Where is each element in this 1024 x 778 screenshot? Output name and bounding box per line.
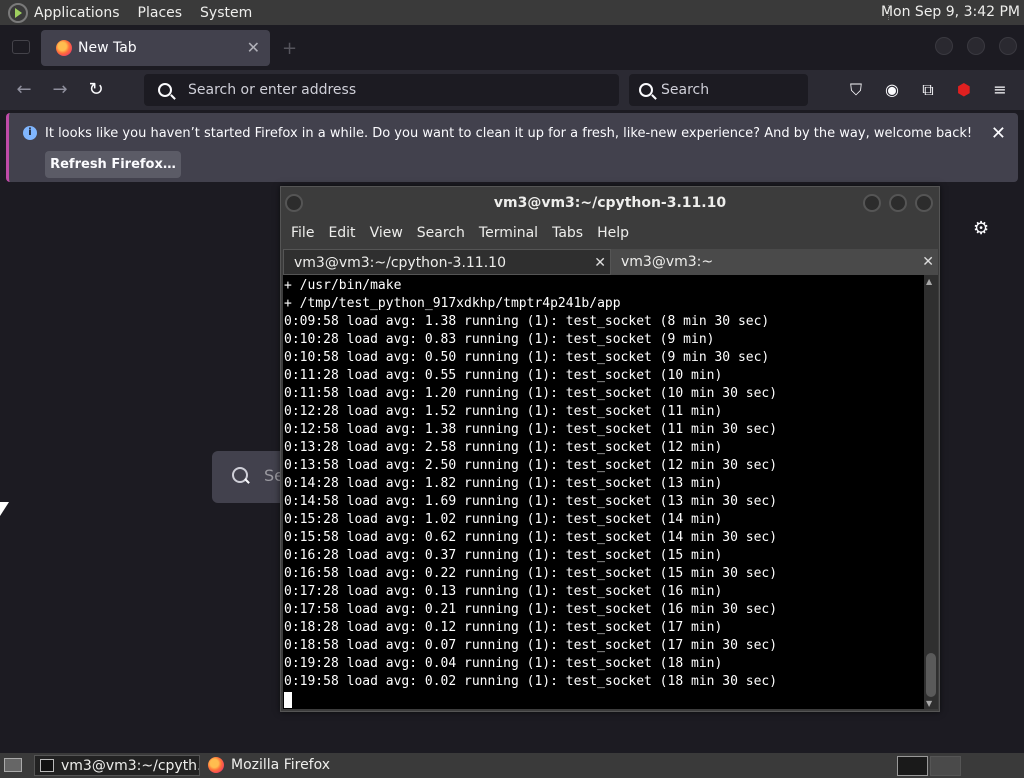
- terminal-tab-home[interactable]: vm3@vm3:~ ✕: [611, 249, 938, 275]
- terminal-icon: [40, 759, 54, 772]
- terminal-tab-label: vm3@vm3:~: [621, 254, 714, 270]
- new-tab-plus-icon[interactable]: +: [282, 38, 297, 59]
- clock[interactable]: Mon Sep 9, 3:42 PM: [881, 4, 1020, 20]
- reload-icon[interactable]: ↻: [84, 78, 108, 102]
- menu-edit[interactable]: Edit: [328, 225, 355, 241]
- refresh-firefox-button[interactable]: Refresh Firefox…: [45, 151, 181, 178]
- maximize-button[interactable]: [967, 37, 985, 55]
- info-icon: i: [23, 126, 37, 140]
- terminal-tab-label: vm3@vm3:~/cpython-3.11.10: [294, 255, 506, 271]
- window-menu-button[interactable]: [285, 194, 303, 212]
- minimize-button[interactable]: [935, 37, 953, 55]
- account-icon[interactable]: ◉: [882, 80, 902, 100]
- refresh-notification: i It looks like you haven’t started Fire…: [6, 113, 1018, 182]
- bottom-panel: vm3@vm3:~/cpyth… Mozilla Firefox: [0, 753, 1024, 778]
- tab-overview-icon[interactable]: [12, 40, 30, 54]
- terminal-line: 0:16:28 load avg: 0.37 running (1): test…: [284, 548, 723, 563]
- terminal-scrollbar[interactable]: ▲ ▼: [924, 275, 938, 709]
- terminal-line: 0:12:28 load avg: 1.52 running (1): test…: [284, 404, 723, 419]
- tab-new-tab[interactable]: New Tab ✕: [41, 30, 270, 66]
- terminal-line: 0:10:58 load avg: 0.50 running (1): test…: [284, 350, 770, 365]
- terminal-line: 0:11:58 load avg: 1.20 running (1): test…: [284, 386, 778, 401]
- ublock-icon[interactable]: ⬢: [954, 80, 974, 100]
- terminal-menubar: File Edit View Search Terminal Tabs Help: [281, 219, 939, 247]
- search-placeholder: Search: [661, 82, 710, 98]
- terminal-line: 0:09:58 load avg: 1.38 running (1): test…: [284, 314, 770, 329]
- terminal-line: 0:11:28 load avg: 0.55 running (1): test…: [284, 368, 723, 383]
- terminal-line: 0:19:58 load avg: 0.02 running (1): test…: [284, 674, 778, 689]
- notification-message: It looks like you haven’t started Firefo…: [45, 126, 973, 141]
- menu-terminal[interactable]: Terminal: [479, 225, 538, 241]
- address-bar[interactable]: Search or enter address: [144, 74, 619, 106]
- scroll-up-arrow-icon[interactable]: ▲: [926, 277, 932, 286]
- close-tab-icon[interactable]: ✕: [594, 250, 606, 276]
- terminal-line: 0:17:28 load avg: 0.13 running (1): test…: [284, 584, 723, 599]
- terminal-output[interactable]: + /usr/bin/make + /tmp/test_python_917xdk…: [283, 275, 924, 709]
- terminal-line: 0:18:58 load avg: 0.07 running (1): test…: [284, 638, 778, 653]
- workspace-1[interactable]: [897, 756, 928, 776]
- scrollbar-thumb[interactable]: [926, 653, 936, 697]
- terminal-line: 0:15:28 load avg: 1.02 running (1): test…: [284, 512, 723, 527]
- close-tab-icon[interactable]: ✕: [922, 249, 934, 275]
- forward-arrow-icon[interactable]: →: [48, 78, 72, 102]
- navigation-bar: ← → ↻ Search or enter address Search ⛉ ◉…: [0, 70, 1024, 110]
- cursor-caret: [284, 691, 292, 708]
- terminal-line: + /usr/bin/make: [284, 278, 402, 293]
- menu-help[interactable]: Help: [597, 225, 629, 241]
- terminal-minimize-button[interactable]: [863, 194, 881, 212]
- terminal-window: vm3@vm3:~/cpython-3.11.10 File Edit View…: [280, 186, 940, 712]
- close-notification-icon[interactable]: ✕: [991, 123, 1006, 144]
- menu-places[interactable]: Places: [138, 5, 183, 21]
- menu-search[interactable]: Search: [417, 225, 465, 241]
- workspace-2[interactable]: [930, 756, 961, 776]
- taskbar-label: Mozilla Firefox: [231, 757, 331, 773]
- close-tab-icon[interactable]: ✕: [247, 38, 260, 57]
- pocket-icon[interactable]: ⛉: [846, 80, 866, 100]
- close-window-button[interactable]: [999, 37, 1017, 55]
- search-icon: [639, 83, 653, 97]
- terminal-line: 0:12:58 load avg: 1.38 running (1): test…: [284, 422, 778, 437]
- taskbar-terminal[interactable]: vm3@vm3:~/cpyth…: [34, 755, 200, 776]
- terminal-prompt-line: [284, 691, 924, 709]
- menu-applications[interactable]: Applications: [34, 5, 120, 21]
- terminal-close-button[interactable]: [915, 194, 933, 212]
- terminal-tab-cpython[interactable]: vm3@vm3:~/cpython-3.11.10 ✕: [283, 249, 611, 275]
- back-arrow-icon[interactable]: ←: [12, 78, 36, 102]
- menu-system[interactable]: System: [200, 5, 252, 21]
- terminal-line: 0:16:58 load avg: 0.22 running (1): test…: [284, 566, 778, 581]
- terminal-line: 0:10:28 load avg: 0.83 running (1): test…: [284, 332, 715, 347]
- terminal-line: 0:19:28 load avg: 0.04 running (1): test…: [284, 656, 723, 671]
- search-bar[interactable]: Search: [629, 74, 808, 106]
- terminal-line: 0:15:58 load avg: 0.62 running (1): test…: [284, 530, 778, 545]
- search-icon: [158, 83, 172, 97]
- tab-label: New Tab: [78, 40, 137, 56]
- taskbar-firefox[interactable]: Mozilla Firefox: [205, 755, 330, 776]
- distro-logo-icon[interactable]: [8, 2, 28, 23]
- firefox-icon: [208, 757, 224, 773]
- show-desktop-icon[interactable]: [4, 758, 22, 772]
- address-placeholder: Search or enter address: [188, 82, 357, 98]
- top-panel: Applications Places System Mon Sep 9, 3:…: [0, 0, 1024, 25]
- terminal-line: 0:17:58 load avg: 0.21 running (1): test…: [284, 602, 778, 617]
- extensions-icon[interactable]: ⧉: [918, 80, 938, 100]
- firefox-tab-strip: New Tab ✕ +: [0, 25, 1024, 70]
- menu-tabs[interactable]: Tabs: [552, 225, 583, 241]
- taskbar-label: vm3@vm3:~/cpyth…: [61, 758, 200, 774]
- gear-icon[interactable]: ⚙: [973, 218, 989, 239]
- terminal-line: 0:14:28 load avg: 1.82 running (1): test…: [284, 476, 723, 491]
- terminal-maximize-button[interactable]: [889, 194, 907, 212]
- firefox-icon: [56, 40, 72, 56]
- search-icon: [232, 467, 248, 483]
- hamburger-menu-icon[interactable]: ≡: [990, 80, 1010, 100]
- terminal-line: 0:13:28 load avg: 2.58 running (1): test…: [284, 440, 723, 455]
- scroll-down-arrow-icon[interactable]: ▼: [926, 699, 932, 708]
- terminal-line: 0:14:58 load avg: 1.69 running (1): test…: [284, 494, 778, 509]
- menu-view[interactable]: View: [370, 225, 403, 241]
- terminal-title[interactable]: vm3@vm3:~/cpython-3.11.10: [281, 187, 939, 219]
- menu-file[interactable]: File: [291, 225, 314, 241]
- mouse-cursor-icon: [0, 502, 9, 516]
- terminal-line: 0:13:58 load avg: 2.50 running (1): test…: [284, 458, 778, 473]
- terminal-line: 0:18:28 load avg: 0.12 running (1): test…: [284, 620, 723, 635]
- terminal-line: + /tmp/test_python_917xdkhp/tmptr4p241b/…: [284, 296, 621, 311]
